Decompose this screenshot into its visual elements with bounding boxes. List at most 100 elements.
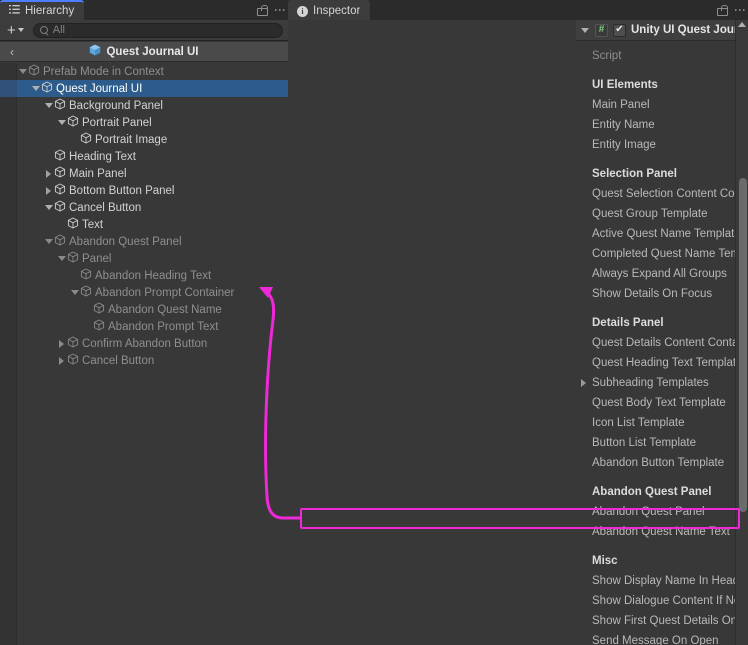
tree-twisty[interactable]	[69, 290, 80, 295]
section-title: Misc	[592, 555, 618, 567]
tab-hierarchy[interactable]: Hierarchy	[0, 0, 85, 20]
inspector-scrollbar[interactable]	[735, 20, 748, 645]
tree-twisty[interactable]	[56, 339, 67, 348]
add-gameobject-button[interactable]: +	[5, 22, 27, 38]
property-row: Always Expand All Groups	[576, 264, 748, 284]
tree-twisty[interactable]	[43, 239, 54, 244]
tree-item-label: Cancel Button	[69, 201, 142, 214]
section-header: Misc	[576, 551, 748, 571]
gameobject-cube-icon	[54, 183, 69, 198]
tree-item-quest-journal-ui[interactable]: Quest Journal UI	[0, 80, 288, 97]
script-hash-icon: #	[595, 23, 608, 37]
tree-item-confirm-abandon-button[interactable]: Confirm Abandon Button	[0, 335, 288, 352]
component-enabled-checkbox[interactable]: ✔	[613, 23, 626, 37]
plus-icon: +	[7, 21, 16, 39]
check-glyph: ✔	[615, 24, 624, 35]
property-row: Active Quest Name TemplateActive Quest N…	[576, 224, 748, 244]
tree-item-label: Cancel Button	[82, 354, 155, 367]
scrollbar-thumb[interactable]	[739, 178, 747, 512]
property-row: Show Dialogue Content If No ✔	[576, 591, 748, 611]
tree-item-bottom-button-panel[interactable]: Bottom Button Panel	[0, 182, 288, 199]
tree-item-portrait-image[interactable]: Portrait Image	[0, 131, 288, 148]
gameobject-cube-icon	[54, 149, 69, 164]
tree-twisty[interactable]	[43, 186, 54, 195]
tree-item-label: Portrait Panel	[82, 116, 152, 129]
tree-twisty[interactable]	[56, 120, 67, 125]
tree-item-cancel-button[interactable]: Cancel Button	[0, 199, 288, 216]
tree-item-abandon-prompt-container[interactable]: Abandon Prompt Container	[0, 284, 288, 301]
scroll-up-arrow-icon[interactable]	[738, 22, 746, 27]
gameobject-cube-icon	[67, 336, 82, 351]
chevron-right-icon	[46, 169, 51, 178]
gameobject-cube-icon	[93, 302, 108, 317]
tree-item-main-panel[interactable]: Main Panel	[0, 165, 288, 182]
kebab-menu-icon[interactable]: ⋮	[273, 4, 287, 16]
row-label: Main Panel	[592, 99, 650, 111]
tree-item-portrait-panel[interactable]: Portrait Panel	[0, 114, 288, 131]
inspector-tab-actions: ⋮	[717, 0, 747, 20]
gameobject-cube-icon	[54, 98, 69, 113]
chevron-down-icon	[31, 86, 40, 91]
chevron-right-icon	[59, 356, 64, 365]
gameobject-cube-icon	[67, 115, 82, 130]
tree-item-cancel-button[interactable]: Cancel Button	[0, 352, 288, 369]
hierarchy-tree[interactable]: Prefab Mode in Context Quest Journal UI Ba…	[0, 63, 288, 645]
tree-item-abandon-prompt-text[interactable]: Abandon Prompt Text	[0, 318, 288, 335]
row-label: Quest Details Content Contair	[592, 337, 745, 349]
chevron-right-icon[interactable]	[581, 379, 586, 387]
chevron-down-icon[interactable]	[581, 27, 589, 33]
prefab-breadcrumb: ‹ Quest Journal UI	[0, 42, 288, 62]
tree-item-abandon-heading-text[interactable]: Abandon Heading Text	[0, 267, 288, 284]
tree-twisty[interactable]	[43, 103, 54, 108]
chevron-down-icon	[18, 69, 27, 74]
row-label: Active Quest Name Template	[592, 228, 741, 240]
tree-item-abandon-quest-panel[interactable]: Abandon Quest Panel	[0, 233, 288, 250]
inspector-body: # ✔ Unity UI Quest Journal UI ? ⋮ Script…	[576, 20, 748, 645]
tree-twisty[interactable]	[56, 256, 67, 261]
tree-item-label: Heading Text	[69, 150, 136, 163]
row-label: Quest Selection Content Cont	[592, 188, 745, 200]
row-label: Icon List Template	[592, 417, 685, 429]
gameobject-cube-icon	[80, 132, 95, 147]
tree-item-heading-text[interactable]: Heading Text	[0, 148, 288, 165]
kebab-menu-icon[interactable]: ⋮	[733, 4, 747, 16]
hierarchy-search-input[interactable]: All	[32, 22, 283, 38]
section-title: Selection Panel	[592, 168, 678, 180]
breadcrumb-back-button[interactable]: ‹	[0, 45, 24, 59]
lock-open-icon[interactable]	[717, 4, 728, 16]
row-label: Entity Name	[592, 119, 655, 131]
property-row: Completed Quest Name TempCompleted Quest…	[576, 244, 748, 264]
chevron-down-icon	[70, 290, 79, 295]
tree-twisty[interactable]	[43, 169, 54, 178]
breadcrumb-label-wrap: Quest Journal UI	[24, 44, 288, 60]
selection-gutter	[0, 80, 17, 97]
property-row: Entity ImagePortrait Image (Image)	[576, 135, 748, 155]
property-row: Quest Details Content ContairQuest Detai…	[576, 333, 748, 353]
tab-hierarchy-label: Hierarchy	[25, 5, 75, 17]
tree-twisty[interactable]	[56, 356, 67, 365]
tree-item-text[interactable]: Text	[0, 216, 288, 233]
tree-item-prefab-mode-in-context[interactable]: Prefab Mode in Context	[0, 63, 288, 80]
property-row: Quest Heading Text TemplateQuest Heading…	[576, 353, 748, 373]
tree-twisty[interactable]	[17, 69, 28, 74]
tree-item-abandon-quest-name[interactable]: Abandon Quest Name	[0, 301, 288, 318]
tree-item-background-panel[interactable]: Background Panel	[0, 97, 288, 114]
chevron-down-icon	[44, 205, 53, 210]
tree-item-panel[interactable]: Panel	[0, 250, 288, 267]
row-label: Quest Group Template	[592, 208, 708, 220]
tree-twisty[interactable]	[43, 205, 54, 210]
gameobject-cube-icon	[41, 81, 56, 96]
property-row: Quest Selection Content ContQuest Select…	[576, 184, 748, 204]
gameobject-cube-icon	[54, 200, 69, 215]
tree-item-label: Abandon Quest Panel	[69, 235, 182, 248]
tab-inspector[interactable]: i Inspector	[288, 0, 371, 20]
section-title: UI Elements	[592, 79, 658, 91]
inspector-tabbar: i Inspector ⋮	[288, 0, 748, 20]
section-title: Details Panel	[592, 317, 664, 329]
section-header: UI Elements	[576, 75, 748, 95]
lock-open-icon[interactable]	[257, 4, 268, 16]
tree-item-label: Abandon Prompt Text	[108, 320, 219, 333]
tree-twisty[interactable]	[30, 86, 41, 91]
